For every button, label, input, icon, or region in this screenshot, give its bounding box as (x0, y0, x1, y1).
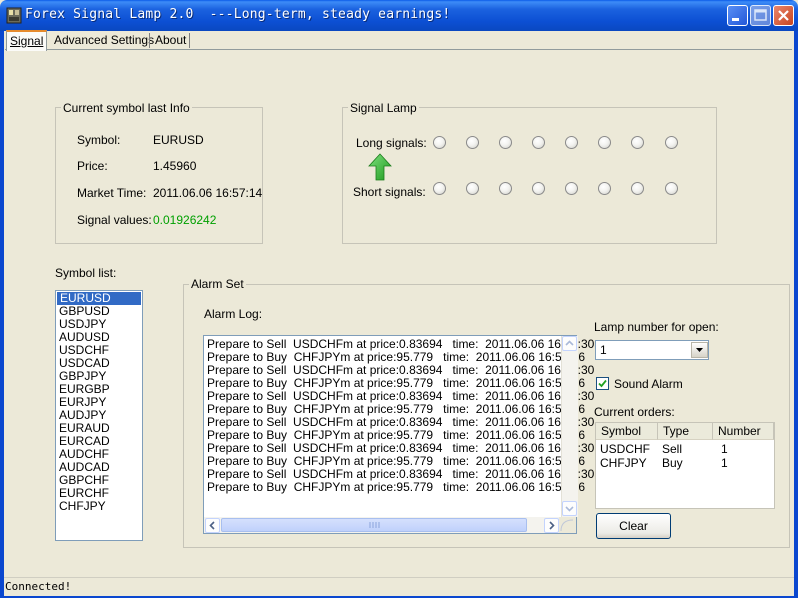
symbol-list[interactable]: EURUSD GBPUSD USDJPY AUDUSD USDCHF USDCAD GBPJ… (55, 290, 143, 541)
minimize-button[interactable] (727, 5, 748, 26)
orders-cell: USDCHF (600, 442, 650, 456)
alarm-set-group-label: Alarm Set (189, 277, 246, 291)
tab-about-label: About (155, 33, 187, 47)
tab-divider (149, 33, 150, 48)
maximize-button[interactable] (750, 5, 771, 26)
tab-divider (189, 33, 190, 48)
short-signal-lamp (631, 182, 644, 195)
symbol-label: Symbol: (77, 133, 121, 147)
short-signal-lamp (532, 182, 545, 195)
scroll-left-button[interactable] (205, 518, 220, 533)
orders-col-type[interactable]: Type (658, 423, 713, 440)
close-button[interactable] (773, 5, 794, 26)
minimize-icon (732, 18, 739, 21)
alarm-log-label: Alarm Log: (204, 307, 263, 321)
green-up-arrow-icon (368, 153, 392, 181)
short-signal-lamp (466, 182, 479, 195)
long-signal-lamp (631, 136, 644, 149)
short-signal-lamp (499, 182, 512, 195)
scroll-corner (559, 517, 576, 533)
dropdown-arrow-icon (696, 348, 703, 352)
price-label: Price: (77, 159, 108, 173)
maximize-icon (754, 9, 767, 21)
symbol-list-label: Symbol list: (55, 266, 117, 280)
tab-about[interactable]: About (152, 31, 189, 49)
long-signal-lamp (499, 136, 512, 149)
vertical-scrollbar[interactable] (561, 336, 578, 517)
orders-cell: 1 (721, 442, 728, 456)
scroll-right-button[interactable] (544, 518, 559, 533)
horizontal-scrollbar[interactable] (204, 517, 561, 533)
orders-cell: 1 (721, 456, 728, 470)
symbol-list-item[interactable]: CHFJPY (56, 500, 142, 513)
orders-col-number[interactable]: Number (713, 423, 774, 440)
orders-col-symbol[interactable]: Symbol (596, 423, 658, 440)
signal-lamp-group (342, 107, 717, 244)
chevron-right-icon (549, 521, 555, 530)
symbol-value: EURUSD (153, 133, 204, 147)
lamp-number-dropdown-button[interactable] (691, 342, 708, 358)
chevron-left-icon (209, 521, 215, 530)
grip-icon (369, 522, 380, 528)
alarm-log-line: Prepare to Buy CHFJPYm at price:95.779 t… (207, 480, 585, 494)
window-frame-left (0, 31, 4, 598)
short-signal-lamp (433, 182, 446, 195)
sound-alarm-checkbox[interactable] (596, 377, 609, 390)
current-orders-label: Current orders: (594, 405, 675, 419)
close-icon (778, 10, 789, 21)
signal-values-label: Signal values: (77, 213, 152, 227)
lamp-number-value: 1 (600, 343, 607, 357)
orders-cell: CHFJPY (600, 456, 647, 470)
signal-lamp-group-label: Signal Lamp (348, 101, 419, 115)
long-signal-lamp (532, 136, 545, 149)
short-signal-lamp (598, 182, 611, 195)
scroll-up-button[interactable] (562, 336, 577, 351)
lamp-number-label: Lamp number for open: (594, 320, 719, 334)
sound-alarm-label: Sound Alarm (614, 377, 683, 391)
window-title: Forex Signal Lamp 2.0 ---Long-term, stea… (25, 7, 451, 22)
short-signals-label: Short signals: (353, 185, 426, 199)
app-icon (6, 7, 22, 24)
current-orders-table[interactable]: Symbol Type Number USDCHF Sell 1 CHFJPY … (595, 422, 775, 509)
horizontal-scroll-thumb[interactable] (221, 518, 527, 532)
long-signal-lamp (598, 136, 611, 149)
long-signal-lamp (466, 136, 479, 149)
window-frame-right (794, 31, 798, 598)
clear-button[interactable]: Clear (596, 513, 671, 539)
lamp-number-select[interactable]: 1 (595, 340, 709, 360)
short-signal-lamp (565, 182, 578, 195)
long-signals-label: Long signals: (356, 136, 427, 150)
long-signal-lamp (565, 136, 578, 149)
tab-signal-label: Signal (10, 34, 44, 48)
chevron-down-icon (565, 506, 574, 512)
chevron-up-icon (565, 340, 574, 346)
long-signal-lamp (665, 136, 678, 149)
tab-signal[interactable]: Signal (6, 30, 48, 51)
tab-advanced-settings-label: Advanced Settings (54, 33, 155, 47)
checkmark-icon (598, 379, 607, 388)
market-time-value: 2011.06.06 16:57:14 (153, 186, 263, 200)
tab-advanced-settings[interactable]: Advanced Settings (51, 31, 157, 49)
price-value: 1.45960 (153, 159, 197, 173)
status-text: Connected! (5, 580, 72, 593)
orders-cell: Buy (662, 456, 683, 470)
long-signal-lamp (433, 136, 446, 149)
status-bar: Connected! (4, 577, 794, 596)
scroll-down-button[interactable] (562, 501, 577, 516)
current-info-group-label: Current symbol last Info (61, 101, 192, 115)
alarm-log[interactable]: Prepare to Sell USDCHFm at price:0.83694… (203, 335, 594, 534)
orders-cell: Sell (662, 442, 683, 456)
market-time-label: Market Time: (77, 186, 147, 200)
resize-grip-icon (560, 519, 574, 532)
signal-values-value: 0.01926242 (153, 213, 217, 227)
short-signal-lamp (665, 182, 678, 195)
